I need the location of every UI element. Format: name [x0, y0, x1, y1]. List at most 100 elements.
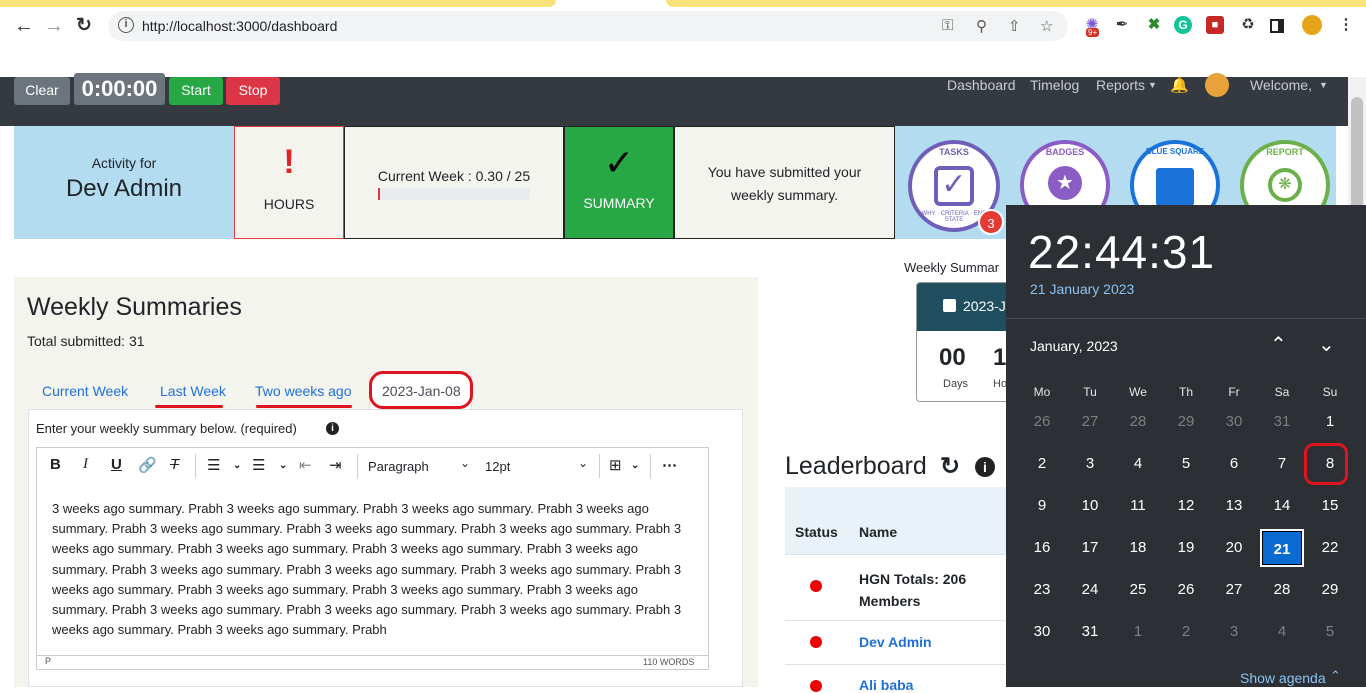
key-icon[interactable]: ⚿: [942, 17, 953, 34]
calendar-day[interactable]: 27: [1068, 403, 1112, 441]
tab-last-week[interactable]: Last Week: [160, 383, 226, 399]
chevron-up-icon[interactable]: ⌃: [1330, 668, 1341, 684]
calendar-day[interactable]: 30: [1020, 613, 1064, 651]
underline-icon[interactable]: U: [111, 456, 122, 473]
calendar-day[interactable]: 2: [1164, 613, 1208, 651]
calendar-day[interactable]: 3: [1068, 445, 1112, 483]
calendar-day[interactable]: 25: [1116, 571, 1160, 609]
extensions-puzzle-icon[interactable]: ♻: [1238, 15, 1258, 35]
leaderboard-user-link[interactable]: Dev Admin: [859, 634, 932, 650]
calendar-day[interactable]: 19: [1164, 529, 1208, 567]
browser-tab[interactable]: [0, 0, 556, 7]
nav-reports[interactable]: Reports: [1096, 77, 1145, 93]
more-icon[interactable]: ⋯: [662, 456, 678, 474]
calendar-day[interactable]: 16: [1020, 529, 1064, 567]
calendar-day[interactable]: 2: [1020, 445, 1064, 483]
bell-icon[interactable]: 🔔: [1170, 76, 1189, 94]
chevron-down-icon[interactable]: ⌄: [279, 460, 287, 471]
back-icon[interactable]: ←: [14, 14, 34, 38]
calendar-day[interactable]: 18: [1116, 529, 1160, 567]
calendar-day[interactable]: 3: [1212, 613, 1256, 651]
calendar-day[interactable]: 10: [1068, 487, 1112, 525]
eyedropper-icon[interactable]: ✒: [1112, 15, 1132, 35]
clock-date-link[interactable]: 21 January 2023: [1030, 281, 1134, 297]
leaderboard-user-link[interactable]: Ali baba: [859, 677, 913, 693]
calendar-day[interactable]: 12: [1164, 487, 1208, 525]
chevron-down-icon[interactable]: ⌄: [1318, 332, 1335, 357]
calendar-day[interactable]: 27: [1212, 571, 1256, 609]
calendar-day[interactable]: 7: [1260, 445, 1304, 483]
calendar-day[interactable]: 9: [1020, 487, 1064, 525]
numbered-list-icon[interactable]: ☰: [252, 456, 265, 474]
clear-format-icon[interactable]: T: [170, 456, 179, 473]
calendar-day[interactable]: 17: [1068, 529, 1112, 567]
grammarly-icon[interactable]: G: [1174, 16, 1192, 34]
url-text[interactable]: http://localhost:3000/dashboard: [142, 18, 337, 34]
calendar-day[interactable]: 23: [1020, 571, 1064, 609]
chevron-down-icon[interactable]: ⌄: [233, 460, 241, 471]
indent-icon[interactable]: ⇥: [329, 456, 342, 474]
nav-timelog[interactable]: Timelog: [1030, 77, 1079, 93]
tab-current-week[interactable]: Current Week: [42, 383, 128, 399]
info-icon[interactable]: i: [326, 422, 339, 435]
calendar-day[interactable]: 26: [1020, 403, 1064, 441]
calendar-day-today[interactable]: 21: [1260, 529, 1304, 567]
calendar-day[interactable]: 24: [1068, 571, 1112, 609]
show-agenda-link[interactable]: Show agenda: [1240, 670, 1326, 686]
calendar-day[interactable]: 30: [1212, 403, 1256, 441]
calendar-day[interactable]: 11: [1116, 487, 1160, 525]
refresh-icon[interactable]: ↻: [940, 452, 960, 481]
start-button[interactable]: Start: [169, 77, 223, 105]
tab-two-weeks-ago[interactable]: Two weeks ago: [255, 383, 352, 399]
extension-x-icon[interactable]: ✖: [1144, 15, 1164, 35]
bold-icon[interactable]: B: [50, 456, 61, 473]
calendar-day[interactable]: 31: [1068, 613, 1112, 651]
nav-dashboard[interactable]: Dashboard: [947, 77, 1016, 93]
calendar-day[interactable]: 31: [1260, 403, 1304, 441]
calendar-month[interactable]: January, 2023: [1030, 338, 1118, 354]
italic-icon[interactable]: I: [83, 456, 88, 473]
block-format-select[interactable]: Paragraph: [368, 459, 429, 474]
site-info-icon[interactable]: i: [118, 17, 134, 33]
calendar-day[interactable]: 1: [1308, 403, 1352, 441]
calendar-day[interactable]: 6: [1212, 445, 1256, 483]
bullet-list-icon[interactable]: ☰: [207, 456, 220, 474]
table-icon[interactable]: ⊞: [609, 456, 622, 474]
nav-welcome[interactable]: Welcome,: [1250, 77, 1312, 93]
stop-button[interactable]: Stop: [226, 77, 280, 105]
zoom-icon[interactable]: ⚲: [976, 17, 987, 35]
calendar-day[interactable]: 28: [1116, 403, 1160, 441]
profile-avatar[interactable]: [1302, 15, 1322, 35]
calendar-day[interactable]: 20: [1212, 529, 1256, 567]
clear-button[interactable]: Clear: [14, 77, 70, 105]
hours-tile[interactable]: ! HOURS: [234, 126, 344, 239]
chevron-down-icon[interactable]: ⌄: [631, 460, 639, 471]
calendar-day[interactable]: 28: [1260, 571, 1304, 609]
menu-kebab-icon[interactable]: ⋮: [1336, 15, 1356, 35]
calendar-day[interactable]: 4: [1260, 613, 1304, 651]
share-icon[interactable]: ⇧: [1008, 17, 1021, 35]
forward-icon[interactable]: →: [44, 14, 64, 38]
browser-tab[interactable]: [666, 0, 1366, 7]
font-size-select[interactable]: 12pt: [485, 459, 510, 474]
calendar-day[interactable]: 14: [1260, 487, 1304, 525]
calendar-day[interactable]: 4: [1116, 445, 1160, 483]
calendar-day[interactable]: 26: [1164, 571, 1208, 609]
user-avatar[interactable]: [1205, 73, 1229, 97]
calendar-day[interactable]: 29: [1308, 571, 1352, 609]
calendar-day[interactable]: 13: [1212, 487, 1256, 525]
chevron-up-icon[interactable]: ⌃: [1270, 332, 1287, 357]
summary-editor[interactable]: B I U 🔗 T ☰ ⌄ ☰ ⌄ ⇤ ⇥ Paragraph ⌄ 12pt ⌄…: [36, 447, 709, 670]
calendar-day[interactable]: 15: [1308, 487, 1352, 525]
calendar-day[interactable]: 5: [1164, 445, 1208, 483]
calendar-day[interactable]: 29: [1164, 403, 1208, 441]
info-icon[interactable]: i: [975, 457, 995, 477]
reload-icon[interactable]: ↻: [76, 14, 92, 38]
calendar-day[interactable]: 1: [1116, 613, 1160, 651]
calendar-day[interactable]: 5: [1308, 613, 1352, 651]
extension-red-icon[interactable]: ■: [1206, 16, 1224, 34]
address-bar[interactable]: i http://localhost:3000/dashboard ⚿ ⚲ ⇧ …: [108, 11, 1068, 41]
link-icon[interactable]: 🔗: [138, 456, 157, 474]
calendar-day[interactable]: 22: [1308, 529, 1352, 567]
outdent-icon[interactable]: ⇤: [299, 456, 312, 474]
